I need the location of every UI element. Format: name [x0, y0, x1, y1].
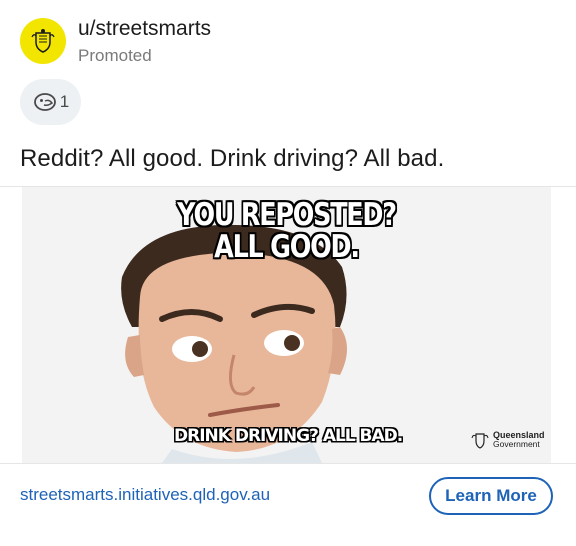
post-header: u/streetsmarts Promoted: [20, 16, 560, 68]
crest-icon: [471, 433, 489, 449]
queensland-crest-icon: [31, 29, 55, 53]
logo-line-2: Government: [493, 439, 540, 449]
award-icon: [33, 93, 56, 111]
learn-more-button[interactable]: Learn More: [429, 477, 553, 515]
promoted-label: Promoted: [78, 46, 152, 65]
meme-top-line-2: ALL GOOD.: [214, 229, 360, 265]
destination-link[interactable]: streetsmarts.initiatives.qld.gov.au: [20, 485, 270, 505]
meme-bottom-text: DRINK DRIVING? ALL BAD.: [174, 426, 403, 446]
award-count: 1: [59, 92, 70, 111]
username[interactable]: u/streetsmarts: [78, 17, 211, 41]
ad-image[interactable]: YOU REPOSTED? ALL GOOD. DRINK DRIVING? A…: [22, 187, 551, 463]
avatar[interactable]: [20, 18, 66, 64]
award-badge[interactable]: 1: [20, 79, 81, 125]
media-divider-bottom: [0, 463, 576, 464]
logo-text: Queensland Government: [493, 431, 545, 449]
meme-top-line-1: YOU REPOSTED?: [177, 197, 397, 233]
queensland-government-logo: Queensland Government: [470, 431, 545, 449]
meme-top-text: YOU REPOSTED? ALL GOOD.: [70, 199, 504, 263]
post-title[interactable]: Reddit? All good. Drink driving? All bad…: [20, 145, 444, 173]
